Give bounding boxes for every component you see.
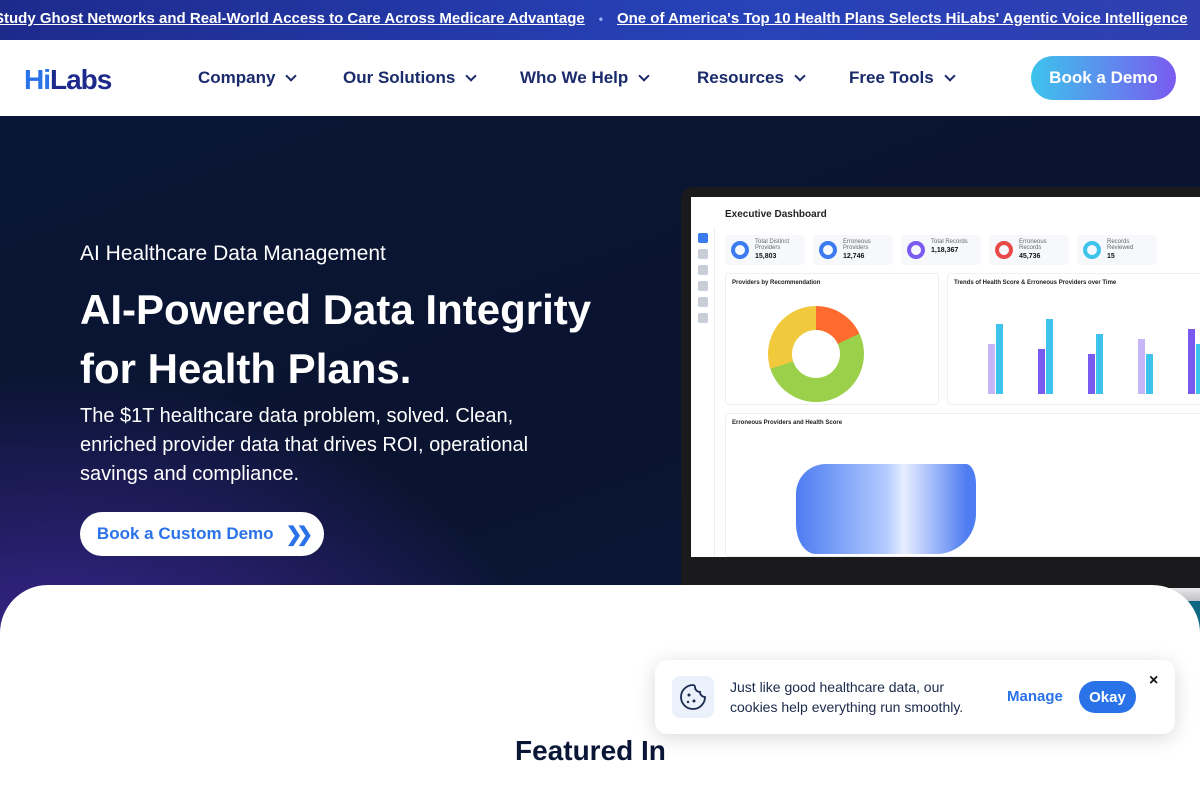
list-icon <box>697 249 708 259</box>
recommendation-donut-chart <box>768 306 864 402</box>
cookie-message: Just like good healthcare data, our cook… <box>730 679 964 715</box>
dashboard-sidebar <box>691 227 715 557</box>
hilabs-logo[interactable]: HiLabs <box>24 64 112 96</box>
ticker-link-ghost-networks[interactable]: Study Ghost Networks and Real-World Acce… <box>0 10 585 27</box>
nav-company[interactable]: Company <box>198 68 298 88</box>
featured-in-title: Featured In <box>515 735 666 766</box>
hero-eyebrow: AI Healthcare Data Management <box>80 242 386 265</box>
book-custom-demo-button[interactable]: Book a Custom Demo ❯❯ <box>80 512 324 556</box>
folder-icon <box>697 297 708 307</box>
kpi-erroneous-providers: Erroneous Providers 12,746 <box>813 235 893 265</box>
chevron-down-icon <box>465 70 478 82</box>
cookie-banner: Just like good healthcare data, our cook… <box>655 660 1175 734</box>
ticker-link-voice-intelligence[interactable]: One of America's Top 10 Health Plans Sel… <box>617 10 1188 27</box>
hero-title: AI-Powered Data Integrity for Health Pla… <box>80 286 592 392</box>
erroneous-providers-card: Erroneous Providers and Health Score <box>725 413 1200 557</box>
nav-who-we-help[interactable]: Who We Help <box>520 68 650 88</box>
announcement-ticker: Study Ghost Networks and Real-World Acce… <box>0 0 1200 40</box>
nav-free-tools[interactable]: Free Tools <box>849 68 956 88</box>
kpi-erroneous-records: Erroneous Records 45,736 <box>989 235 1069 265</box>
kpi-total-records: Total Records 1,18,367 <box>901 235 981 265</box>
nav-our-solutions[interactable]: Our Solutions <box>343 68 478 88</box>
chart-icon <box>697 281 708 291</box>
chevron-down-icon <box>794 70 806 82</box>
kpi-records-reviewed: Records Reviewed 15 <box>1077 235 1157 265</box>
cookie-icon <box>672 676 714 718</box>
manage-cookies-button[interactable]: Manage <box>1007 688 1063 705</box>
chevron-down-icon <box>944 70 956 82</box>
close-icon[interactable]: × <box>1149 672 1158 690</box>
book-demo-button[interactable]: Book a Demo <box>1031 56 1176 100</box>
nav-resources[interactable]: Resources <box>697 68 806 88</box>
dashboard-title: Executive Dashboard <box>725 209 827 220</box>
gear-icon <box>697 313 708 323</box>
double-chevron-right-icon: ❯❯ <box>285 523 313 546</box>
us-heatmap <box>796 464 976 554</box>
dashboard-icon <box>697 233 708 243</box>
trend-bar-chart <box>978 314 1200 394</box>
chevron-down-icon <box>285 70 298 82</box>
hero-subtitle: The $1T healthcare data problem, solved.… <box>80 405 529 485</box>
accept-cookies-button[interactable]: Okay <box>1079 681 1136 713</box>
trends-card: Trends of Health Score & Erroneous Provi… <box>947 273 1200 405</box>
providers-by-recommendation-card: Providers by Recommendation <box>725 273 939 405</box>
ticker-separator: • <box>598 11 603 26</box>
main-nav: HiLabs Company Our Solutions Who We Help… <box>0 40 1200 116</box>
dashboard-screenshot: Executive Dashboard Total Distinct Provi… <box>691 197 1200 557</box>
chevron-down-icon <box>638 70 650 82</box>
kpi-total-providers: Total Distinct Providers 15,803 <box>725 235 805 265</box>
laptop-mockup: Executive Dashboard Total Distinct Provi… <box>681 187 1200 588</box>
user-icon <box>697 265 708 275</box>
